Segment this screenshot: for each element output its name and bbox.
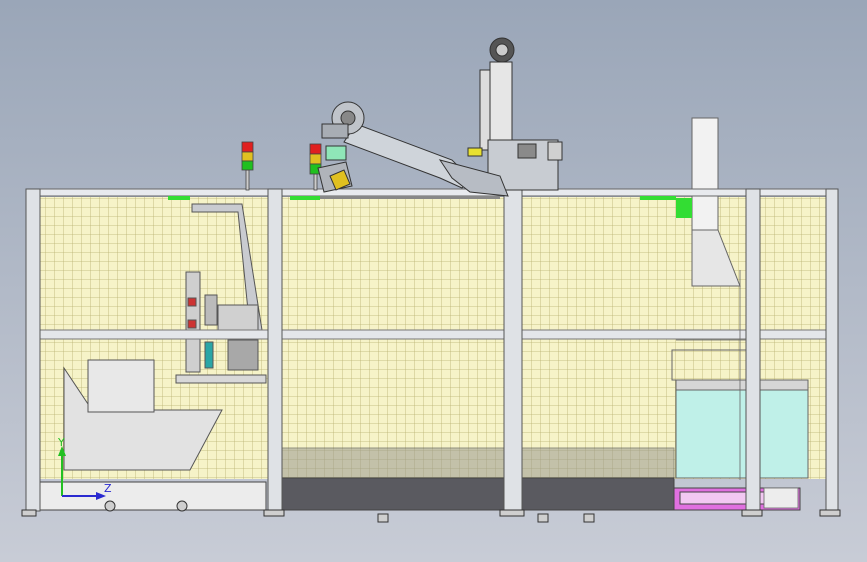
green-sensor-2 — [290, 196, 320, 200]
machine-table — [175, 374, 267, 384]
green-sensor-3 — [640, 196, 676, 200]
post-1 — [25, 188, 41, 512]
cad-viewport[interactable]: Y Z — [0, 0, 867, 562]
mid-beam — [39, 329, 831, 340]
post-4 — [745, 188, 761, 512]
tank-cover — [675, 379, 809, 391]
post-3 — [503, 188, 523, 512]
cad-drawing[interactable] — [0, 0, 867, 562]
cart-box — [87, 359, 155, 413]
green-indicator-right — [676, 198, 692, 218]
triad-y-label: Y — [58, 436, 65, 449]
post-5 — [825, 188, 839, 512]
vertical-duct — [691, 117, 719, 239]
triad-z-label: Z — [104, 482, 112, 495]
green-sensor-1 — [168, 196, 190, 200]
base-plate-center — [281, 477, 675, 511]
cyan-tank — [675, 387, 809, 479]
post-2 — [267, 188, 283, 512]
